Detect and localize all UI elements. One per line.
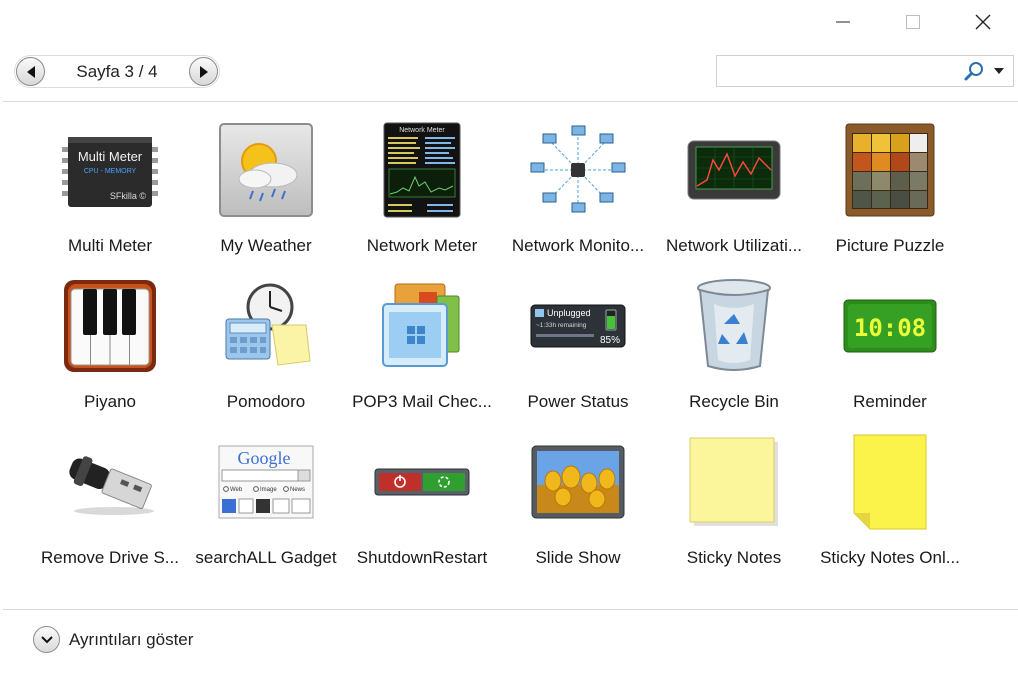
minimize-button[interactable] xyxy=(808,0,878,44)
gadget-label: Piyano xyxy=(84,392,136,411)
gadget-label: Sticky Notes xyxy=(686,548,782,567)
gadget-label: My Weather xyxy=(220,236,312,255)
battery-percent: 85% xyxy=(600,335,620,346)
slide-show-icon xyxy=(528,432,628,532)
gadget-label: Pomodoro xyxy=(226,392,306,411)
power-status-line2: ~1:33h remaining xyxy=(536,322,587,329)
close-button[interactable] xyxy=(948,0,1018,44)
recycle-bin-icon xyxy=(684,276,784,376)
piano-icon xyxy=(60,276,160,376)
gadget-tile[interactable]: Slide Show xyxy=(500,424,656,580)
chevron-down-icon xyxy=(40,635,53,643)
gadget-tile[interactable]: Network Meter Network Meter xyxy=(344,112,500,268)
gadget-label: POP3 Mail Chec... xyxy=(352,392,492,411)
search-brand: Google xyxy=(238,448,291,468)
maximize-button[interactable] xyxy=(878,0,948,44)
arrow-left-icon xyxy=(26,65,35,78)
network-meter-icon: Network Meter xyxy=(372,120,472,220)
gadget-tile[interactable]: Network Monito... xyxy=(500,112,656,268)
gadget-label: searchALL Gadget xyxy=(195,548,337,567)
window-controls xyxy=(808,0,1018,44)
gadget-tile[interactable]: Remove Drive S... xyxy=(32,424,188,580)
gadget-label: Network Meter xyxy=(366,236,478,255)
gadget-tile[interactable]: Pomodoro xyxy=(188,268,344,424)
page-indicator: Sayfa 3 / 4 xyxy=(76,62,158,81)
gadget-tile[interactable]: ShutdownRestart xyxy=(344,424,500,580)
usb-drive-icon xyxy=(60,432,160,532)
gadget-label: Recycle Bin xyxy=(689,392,779,411)
shutdown-restart-icon xyxy=(372,432,472,532)
gadget-label: Sticky Notes Onl... xyxy=(820,548,960,567)
gadget-label: Power Status xyxy=(527,392,629,411)
weather-icon xyxy=(216,120,316,220)
gadget-label: Remove Drive S... xyxy=(41,548,179,567)
gadget-tile[interactable]: My Weather xyxy=(188,112,344,268)
show-details-label: Ayrıntıları göster xyxy=(69,629,194,649)
gadget-label: ShutdownRestart xyxy=(356,548,488,567)
gadget-label: Picture Puzzle xyxy=(835,236,945,255)
multi-meter-icon: Multi Meter CPU - MEMORY SFkilla © xyxy=(60,120,160,220)
reminder-clock: 10:08 xyxy=(854,314,926,342)
show-details-toggle[interactable]: Ayrıntıları göster xyxy=(33,625,193,654)
header-divider xyxy=(3,101,1018,102)
gadget-tile[interactable]: POP3 Mail Chec... xyxy=(344,268,500,424)
sticky-note-online-icon xyxy=(840,432,940,532)
gadget-tile[interactable]: Multi Meter CPU - MEMORY SFkilla © Multi… xyxy=(32,112,188,268)
search-option-image: Image xyxy=(260,487,277,493)
chip-title: Multi Meter xyxy=(78,149,143,164)
power-status-line1: Unplugged xyxy=(547,308,591,318)
previous-page-button[interactable] xyxy=(16,57,45,86)
gadget-tile[interactable]: Recycle Bin xyxy=(656,268,812,424)
next-page-button[interactable] xyxy=(189,57,218,86)
search-icon[interactable] xyxy=(963,61,985,83)
expand-button[interactable] xyxy=(33,626,60,653)
gadget-label: Network Utilizati... xyxy=(665,236,803,255)
reminder-icon: 10:08 xyxy=(840,276,940,376)
search-option-web: Web xyxy=(230,487,243,493)
page-navigator: Sayfa 3 / 4 xyxy=(14,55,220,88)
arrow-right-icon xyxy=(199,65,208,78)
pomodoro-icon xyxy=(216,276,316,376)
dropdown-arrow-icon[interactable] xyxy=(993,67,1005,75)
search-input[interactable] xyxy=(723,60,957,84)
chip-subtitle: CPU - MEMORY xyxy=(84,168,137,175)
gadget-tile[interactable]: Picture Puzzle xyxy=(812,112,968,268)
gadget-tile[interactable]: Piyano xyxy=(32,268,188,424)
close-icon xyxy=(975,14,991,30)
gadget-tile[interactable]: Unplugged ~1:33h remaining 85% Power Sta… xyxy=(500,268,656,424)
gadget-tile[interactable]: Sticky Notes xyxy=(656,424,812,580)
minimize-icon xyxy=(836,21,850,23)
maximize-icon xyxy=(906,15,920,29)
gadget-label: Multi Meter xyxy=(67,236,153,255)
gadget-label: Reminder xyxy=(853,392,927,411)
gadget-search-box xyxy=(716,55,1014,87)
gadget-label: Slide Show xyxy=(535,548,621,567)
panel-title: Network Meter xyxy=(399,127,445,134)
gadget-label: Network Monito... xyxy=(511,236,645,255)
gadget-tile[interactable]: 10:08 Reminder xyxy=(812,268,968,424)
gadget-tile[interactable]: Sticky Notes Onl... xyxy=(812,424,968,580)
gadget-tile[interactable]: Google Web Image News searchALL Gadget xyxy=(188,424,344,580)
mail-checker-icon xyxy=(372,276,472,376)
picture-puzzle-icon xyxy=(840,120,940,220)
network-monitor-icon xyxy=(528,120,628,220)
footer-divider xyxy=(3,609,1018,610)
chip-author: SFkilla © xyxy=(110,191,147,201)
power-status-icon: Unplugged ~1:33h remaining 85% xyxy=(528,276,628,376)
sticky-note-icon xyxy=(684,432,784,532)
search-all-icon: Google Web Image News xyxy=(216,432,316,532)
gadget-tile[interactable]: Network Utilizati... xyxy=(656,112,812,268)
search-option-news: News xyxy=(290,487,305,493)
network-utilization-icon xyxy=(684,120,784,220)
